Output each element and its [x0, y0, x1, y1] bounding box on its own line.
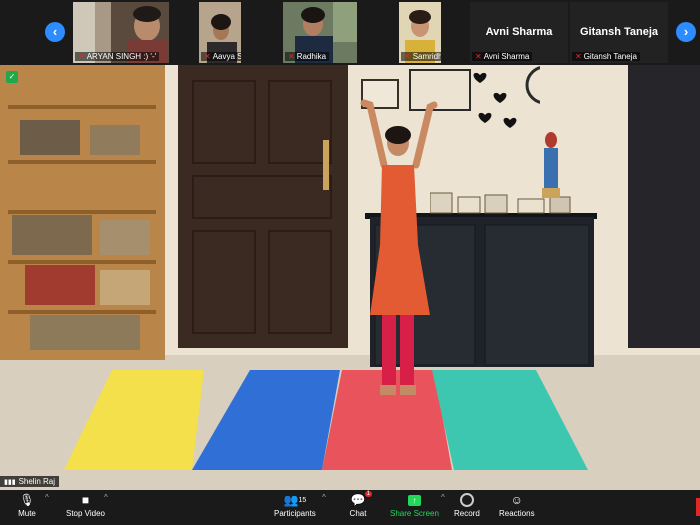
mic-muted-icon: ✕ — [78, 52, 85, 61]
participant-name: ✕ Samridhi — [401, 52, 441, 61]
mic-muted-icon: ✕ — [404, 52, 411, 61]
gallery-strip: ‹ ✕ ARYAN SINGH :) '-' ✕ Aavya S ✕ Radhi… — [0, 0, 700, 65]
participant-display-name: Avni Sharma — [485, 26, 553, 38]
signal-icon: ▮▮▮ — [4, 478, 16, 486]
scene-right-door — [628, 65, 700, 348]
scene-bookshelf — [0, 65, 165, 360]
mute-options-caret[interactable]: ^ — [45, 493, 49, 502]
chat-icon: 💬 1 — [350, 491, 372, 507]
chevron-right-icon[interactable]: › — [676, 22, 696, 42]
mic-muted-icon: ✕ — [288, 52, 295, 61]
door-panel — [192, 175, 332, 219]
mat-blue — [192, 370, 342, 470]
participant-tile[interactable]: ✕ Radhika — [283, 2, 357, 63]
participants-options-caret[interactable]: ^ — [322, 493, 326, 502]
door-handle — [323, 140, 329, 190]
participants-icon: 👥 15 — [283, 493, 307, 507]
scene-door — [178, 65, 348, 348]
mic-muted-icon: ✕ — [575, 52, 582, 61]
active-speaker-video: ✓ ▮▮▮ Shelin Raj — [0, 65, 700, 490]
door-panel — [192, 80, 256, 164]
share-screen-icon: ↑ — [405, 492, 423, 508]
record-button[interactable]: Record — [454, 492, 480, 518]
meeting-toolbar: 🎙 Mute ^ ■ Stop Video ^ 👥 15 Participants… — [0, 490, 700, 525]
door-panel — [192, 230, 256, 334]
mat-yellow — [64, 370, 204, 470]
shield-icon[interactable]: ✓ — [6, 71, 18, 83]
participant-name: ✕ Gitansh Taneja — [572, 52, 640, 61]
participant-tile[interactable]: ✕ ARYAN SINGH :) '-' — [73, 2, 169, 63]
figurine — [542, 132, 560, 198]
chat-badge: 1 — [364, 491, 372, 497]
participant-tile[interactable]: ✕ Aavya Sarna — [199, 2, 241, 63]
end-meeting-button[interactable] — [696, 498, 700, 516]
video-camera-icon: ■ — [81, 493, 90, 507]
microphone-icon: 🎙 — [19, 493, 35, 507]
stop-video-button[interactable]: ■ Stop Video — [66, 492, 105, 518]
smiley-icon: ☺ — [510, 493, 523, 507]
mic-muted-icon: ✕ — [204, 52, 211, 61]
reactions-button[interactable]: ☺ Reactions — [499, 492, 535, 518]
participant-display-name: Gitansh Taneja — [579, 26, 659, 38]
dancer-figure — [360, 99, 438, 395]
participant-tile[interactable]: Gitansh Taneja ✕ Gitansh Taneja — [570, 2, 668, 63]
participant-name: ✕ Aavya Sarna — [201, 52, 241, 61]
participant-name: ✕ Avni Sharma — [472, 52, 533, 61]
mute-button[interactable]: 🎙 Mute — [18, 492, 36, 518]
share-options-caret[interactable]: ^ — [441, 493, 445, 502]
shelf-books — [12, 120, 150, 350]
chat-button[interactable]: 💬 1 Chat — [349, 491, 372, 518]
participants-count: 15 — [298, 496, 307, 504]
participant-name: ✕ Radhika — [285, 52, 330, 61]
photo-frames — [430, 192, 571, 214]
participant-name: ✕ ARYAN SINGH :) '-' — [75, 52, 160, 61]
door-panel — [268, 230, 332, 334]
participant-tile[interactable]: ✕ Samridhi — [399, 2, 441, 63]
mat-teal — [432, 370, 588, 470]
active-speaker-label: ▮▮▮ Shelin Raj — [0, 476, 60, 487]
participants-button[interactable]: 👥 15 Participants — [274, 492, 316, 518]
participant-tile[interactable]: Avni Sharma ✕ Avni Sharma — [470, 2, 568, 63]
chevron-left-icon[interactable]: ‹ — [45, 22, 65, 42]
share-screen-button[interactable]: ↑ Share Screen — [390, 492, 439, 518]
mic-muted-icon: ✕ — [475, 52, 482, 61]
video-options-caret[interactable]: ^ — [104, 493, 108, 502]
record-icon — [458, 492, 476, 508]
